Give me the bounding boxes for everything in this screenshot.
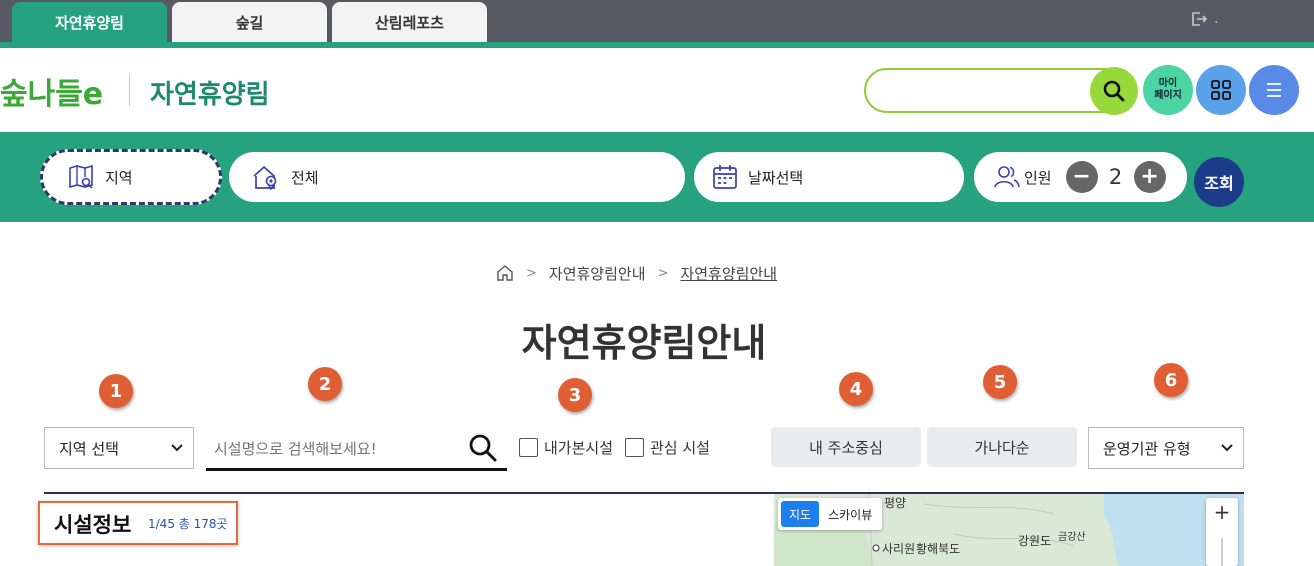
checkbox-box[interactable]: [519, 438, 538, 457]
people-label: 인원: [1024, 168, 1052, 187]
grid-icon: [1211, 80, 1231, 100]
map-book-icon: [69, 164, 93, 189]
chevron-down-icon: [171, 444, 183, 452]
visited-checkbox[interactable]: 내가본시설: [519, 437, 613, 458]
logo-text: 숲나들e: [0, 77, 103, 112]
date-select-label: 날짜선택: [748, 168, 804, 187]
facility-info-title: 시설정보: [54, 513, 132, 537]
mypage-button[interactable]: 마이 페이지: [1143, 65, 1193, 115]
logout-icon: [1192, 12, 1208, 26]
breadcrumb-current[interactable]: 자연휴양림안내: [680, 263, 777, 284]
step-marker-1: 1: [99, 374, 133, 408]
zoom-slider[interactable]: [1221, 538, 1223, 566]
global-search-button[interactable]: [1090, 67, 1138, 115]
region-filter-button[interactable]: 지역: [40, 149, 222, 205]
menu-icon: [1267, 83, 1281, 97]
sort-alphabetical-button[interactable]: 가나다순: [927, 427, 1077, 467]
logout-text: .: [1214, 11, 1219, 27]
map-view-button[interactable]: 지도: [781, 501, 820, 527]
facility-name-input[interactable]: [214, 437, 464, 461]
facility-name-search: [206, 427, 507, 471]
map-label-pyongyang: 평양: [884, 496, 907, 510]
people-plus-button[interactable]: +: [1133, 161, 1166, 193]
logo-graphic: 숲나들e: [0, 77, 103, 112]
hamburger-menu-button[interactable]: [1249, 65, 1299, 115]
people-counter: 인원 − 2 +: [974, 152, 1187, 202]
home-icon[interactable]: [496, 264, 514, 282]
mypage-line2: 페이지: [1154, 90, 1182, 101]
reservation-filter-bar: 지역 전체 날짜선택 인원 − 2 + 조회: [0, 132, 1314, 222]
sort-by-address-button[interactable]: 내 주소중심: [771, 427, 921, 467]
step-marker-6: 6: [1154, 363, 1188, 397]
facility-info-header: 시설정보 1/45 총 178곳: [38, 501, 238, 545]
zoom-in-button[interactable]: +: [1206, 500, 1238, 526]
global-search-input[interactable]: [880, 78, 1080, 104]
chevron-down-icon: [1221, 444, 1233, 452]
facility-count: 1/45 총 178곳: [148, 517, 228, 531]
breadcrumb: > 자연휴양림안내 > 자연휴양림안내: [496, 262, 777, 284]
site-logo[interactable]: 숲나들e: [0, 60, 110, 116]
region-select-value: 지역 선택: [59, 439, 119, 458]
people-count: 2: [1108, 165, 1123, 189]
region-filter-label: 지역: [105, 168, 133, 187]
all-menu-grid-button[interactable]: [1196, 65, 1246, 115]
people-icon: [994, 166, 1020, 188]
breadcrumb-item[interactable]: 자연휴양림안내: [549, 263, 646, 284]
date-select-button[interactable]: 날짜선택: [694, 152, 964, 202]
operator-type-value: 운영기관 유형: [1103, 439, 1191, 458]
favorite-checkbox-label: 관심 시설: [650, 439, 710, 457]
facility-filter-button[interactable]: 전체: [229, 152, 685, 202]
people-minus-button[interactable]: −: [1065, 161, 1098, 193]
checkbox-box[interactable]: [625, 438, 644, 457]
calendar-icon: [713, 165, 737, 189]
chevron-right-icon: >: [526, 265, 537, 281]
search-icon[interactable]: [468, 433, 498, 463]
logo-divider: [129, 74, 130, 106]
map-type-toggle: 지도 스카이뷰: [778, 498, 883, 530]
map-label-sariwon: 사리원: [882, 542, 916, 556]
skyview-button[interactable]: 스카이뷰: [822, 506, 882, 523]
step-marker-4: 4: [839, 372, 873, 406]
search-icon: [1103, 80, 1125, 102]
map-label-geumgang: 금강산: [1058, 532, 1086, 543]
step-marker-2: 2: [308, 367, 342, 401]
map-label-gangwon: 강원도: [1018, 534, 1052, 548]
visited-checkbox-label: 내가본시설: [544, 439, 614, 457]
map-label-hwanghae: 황해북도: [916, 542, 961, 556]
step-marker-5: 5: [983, 365, 1017, 399]
house-pin-icon: [253, 165, 277, 191]
tab-forest-sports[interactable]: 산림레포츠: [332, 2, 487, 43]
site-header: 숲나들e 자연휴양림 마이 페이지: [0, 48, 1314, 132]
top-tab-bar: 자연휴양림 숲길 산림레포츠 .: [0, 0, 1314, 43]
chevron-right-icon: >: [657, 265, 669, 281]
mypage-line1: 마이: [1158, 78, 1178, 89]
facility-filter-label: 전체: [291, 168, 319, 187]
tab-forest-trail[interactable]: 숲길: [172, 2, 327, 43]
page-title: 자연휴양림안내: [521, 321, 767, 365]
map-zoom-control: +: [1206, 498, 1238, 566]
step-marker-3: 3: [558, 378, 592, 412]
operator-type-select[interactable]: 운영기관 유형: [1088, 427, 1244, 469]
site-title: 자연휴양림: [150, 80, 270, 110]
favorite-checkbox[interactable]: 관심 시설: [625, 437, 710, 458]
query-button[interactable]: 조회: [1194, 157, 1244, 207]
logout-button[interactable]: .: [1190, 9, 1220, 29]
tab-recreation-forest[interactable]: 자연휴양림: [12, 2, 167, 43]
plus-icon: +: [1140, 164, 1159, 189]
region-select[interactable]: 지역 선택: [44, 427, 194, 469]
minus-icon: −: [1072, 164, 1091, 189]
facility-map[interactable]: 지도 스카이뷰 평양 사리원 황해북도 강원도 금강산 +: [774, 494, 1244, 566]
